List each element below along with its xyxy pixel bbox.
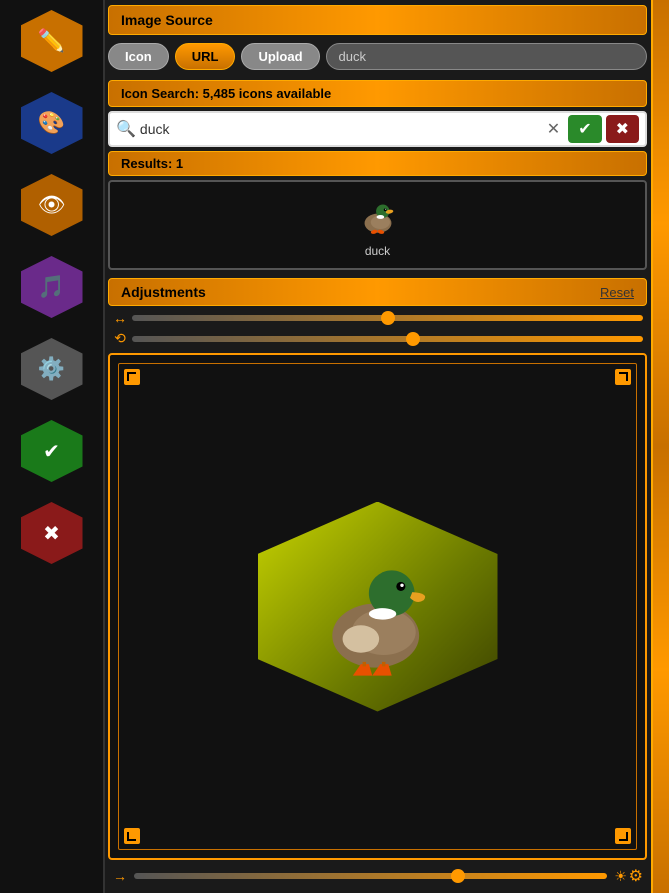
tab-upload[interactable]: Upload xyxy=(241,43,319,70)
brightness-icon: ☀ xyxy=(613,868,629,885)
pencil-icon: ✏️ xyxy=(38,28,65,54)
size-slider[interactable] xyxy=(132,315,643,321)
icon-result-duck[interactable]: duck xyxy=(354,192,402,258)
sidebar-btn-music[interactable]: 🎵 xyxy=(21,256,83,318)
sidebar-btn-palette[interactable]: 🎨 xyxy=(21,92,83,154)
search-clear-button[interactable]: ✕ xyxy=(543,119,564,139)
rotate-slider[interactable] xyxy=(132,336,643,342)
eye-icon: 👁 xyxy=(38,192,66,218)
tab-icon[interactable]: Icon xyxy=(108,43,169,70)
results-area: duck xyxy=(108,180,647,270)
music-icon: 🎵 xyxy=(38,274,65,300)
confirm-icon: ✔ xyxy=(43,439,60,464)
gear-icon[interactable]: ⚙ xyxy=(629,866,643,886)
corner-handle-bl[interactable] xyxy=(124,828,140,844)
hex-preview-shape xyxy=(258,502,498,712)
sidebar-btn-settings[interactable]: ⚙️ xyxy=(21,338,83,400)
corner-handle-br[interactable] xyxy=(615,828,631,844)
bottom-arrow-icon: → xyxy=(112,868,128,884)
left-sidebar: ✏️ 🎨 👁 🎵 ⚙️ ✔ ✖ xyxy=(0,0,105,893)
reset-button[interactable]: Reset xyxy=(600,285,634,300)
icon-search-header: Icon Search: 5,485 icons available xyxy=(108,80,647,107)
results-count: Results: 1 xyxy=(121,156,183,171)
icon-result-label: duck xyxy=(365,244,390,258)
search-bar: 🔍 ✕ ✔ ✖ xyxy=(108,111,647,147)
search-icon: 🔍 xyxy=(116,119,136,139)
search-confirm-button[interactable]: ✔ xyxy=(568,115,601,143)
bottom-controls: → ☀ ⚙ xyxy=(108,864,647,888)
main-content: Image Source Icon URL Upload duck Icon S… xyxy=(108,5,647,888)
duck-small-icon xyxy=(354,192,402,240)
rotate-icon: ⟲ xyxy=(112,330,128,347)
sidebar-btn-confirm[interactable]: ✔ xyxy=(21,420,83,482)
rotate-slider-row: ⟲ xyxy=(108,330,647,347)
preview-container xyxy=(108,353,647,860)
image-source-title: Image Source xyxy=(121,12,213,28)
source-tabs: Icon URL Upload duck xyxy=(108,39,647,74)
results-header: Results: 1 xyxy=(108,151,647,176)
corner-handle-tr[interactable] xyxy=(615,369,631,385)
settings-icon: ⚙️ xyxy=(38,356,65,382)
corner-handle-tl[interactable] xyxy=(124,369,140,385)
search-cancel-button[interactable]: ✖ xyxy=(606,115,639,143)
duck-preview-icon xyxy=(308,527,448,687)
icon-search-title: Icon Search: 5,485 icons available xyxy=(121,86,331,101)
source-value-display: duck xyxy=(326,43,647,70)
size-icon: ↔ xyxy=(112,310,128,326)
right-border-decoration xyxy=(651,0,669,893)
cancel-icon: ✖ xyxy=(43,521,60,546)
adjustments-header: Adjustments Reset xyxy=(108,278,647,306)
size-slider-row: ↔ xyxy=(108,310,647,326)
image-source-header: Image Source xyxy=(108,5,647,35)
search-input[interactable] xyxy=(140,121,539,137)
palette-icon: 🎨 xyxy=(38,110,65,136)
adjustments-title: Adjustments xyxy=(121,284,206,300)
tab-url[interactable]: URL xyxy=(175,43,236,70)
sidebar-btn-pencil[interactable]: ✏️ xyxy=(21,10,83,72)
sidebar-btn-cancel[interactable]: ✖ xyxy=(21,502,83,564)
bottom-slider[interactable] xyxy=(134,873,607,879)
sidebar-btn-eye[interactable]: 👁 xyxy=(21,174,83,236)
